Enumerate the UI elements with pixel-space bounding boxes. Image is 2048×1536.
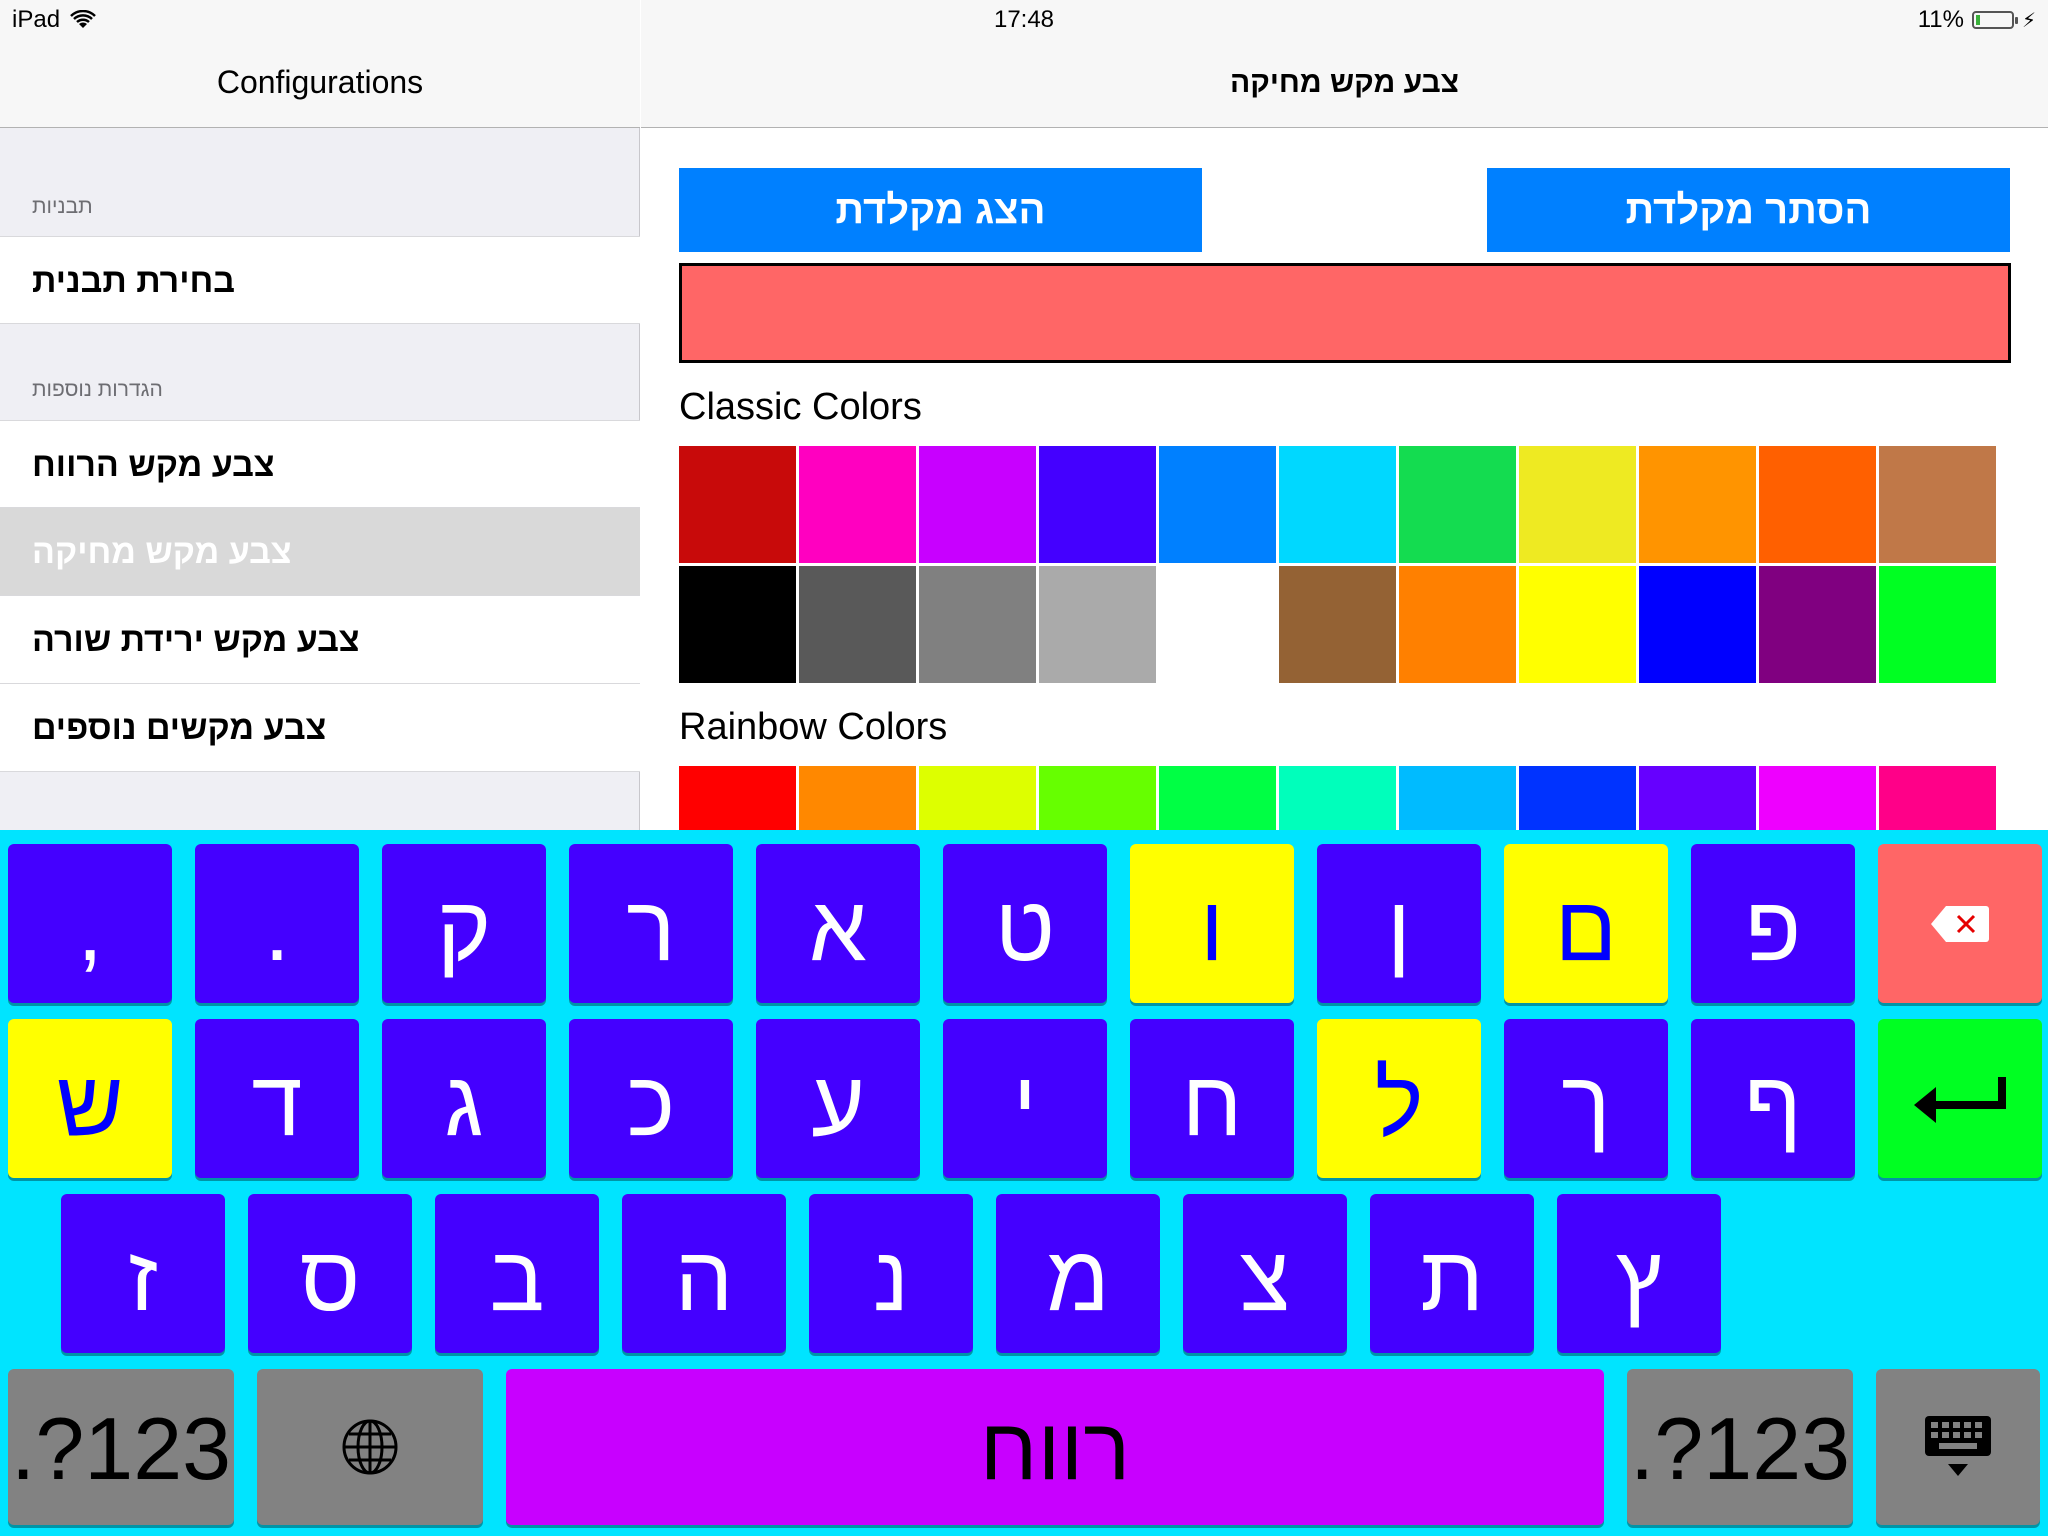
key-comma[interactable]: , (8, 844, 172, 1003)
show-keyboard-button[interactable]: הצג מקלדת (679, 168, 1202, 252)
color-swatch[interactable] (1879, 566, 1996, 683)
key-dalet[interactable]: ד (195, 1019, 359, 1178)
key-yod[interactable]: י (943, 1019, 1107, 1178)
color-swatch[interactable] (1279, 446, 1396, 563)
color-swatch[interactable] (1759, 566, 1876, 683)
color-swatch[interactable] (1039, 446, 1156, 563)
sidebar-title: Configurations (216, 64, 424, 100)
globe-key[interactable] (257, 1369, 483, 1525)
hide-keyboard-button[interactable]: הסתר מקלדת (1487, 168, 2010, 252)
color-swatch[interactable] (1519, 566, 1636, 683)
color-swatch[interactable] (919, 566, 1036, 683)
color-swatch[interactable] (1399, 566, 1516, 683)
sidebar-item-space-key-color[interactable]: צבע מקש הרווח (0, 420, 640, 508)
section-header-templates: תבניות (32, 195, 93, 218)
color-swatch[interactable] (1519, 446, 1636, 563)
clock: 17:48 (993, 6, 1055, 33)
settings-sidebar: Configurations תבניות בחירת תבנית הגדרות… (0, 0, 640, 830)
color-preview (679, 263, 2011, 363)
color-swatch[interactable] (1039, 566, 1156, 683)
key-resh[interactable]: ר (569, 844, 733, 1003)
key-final-pe[interactable]: ף (1691, 1019, 1855, 1178)
key-gimel[interactable]: ג (382, 1019, 546, 1178)
status-bar: iPad 17:48 11% ⚡ (0, 0, 2048, 40)
section-header-more-settings: הגדרות נוספות (32, 378, 163, 401)
key-alef[interactable]: א (756, 844, 920, 1003)
color-swatch[interactable] (1639, 446, 1756, 563)
color-swatch[interactable] (799, 566, 916, 683)
numbers-key-left[interactable]: .?123 (8, 1369, 234, 1525)
key-shin[interactable]: ש (8, 1019, 172, 1178)
key-period[interactable]: . (195, 844, 359, 1003)
color-swatch[interactable] (1279, 566, 1396, 683)
charging-icon: ⚡ (2021, 9, 2036, 32)
battery-percent: 11% (1917, 6, 1964, 33)
color-swatch[interactable] (1399, 446, 1516, 563)
color-swatch[interactable] (679, 446, 796, 563)
key-bet[interactable]: ב (435, 1194, 599, 1353)
color-swatch[interactable] (1159, 446, 1276, 563)
classic-colors-grid (679, 446, 1999, 683)
sidebar-item-delete-key-color[interactable]: צבע מקש מחיקה (0, 508, 640, 596)
key-final-mem[interactable]: ם (1504, 844, 1668, 1003)
color-swatch[interactable] (799, 446, 916, 563)
key-he[interactable]: ה (622, 1194, 786, 1353)
numbers-key-right[interactable]: .?123 (1627, 1369, 1853, 1525)
key-final-kaf[interactable]: ך (1504, 1019, 1668, 1178)
battery-icon (1971, 11, 2018, 29)
key-pe[interactable]: פ (1691, 844, 1855, 1003)
color-swatch[interactable] (1879, 446, 1996, 563)
key-qof[interactable]: ק (382, 844, 546, 1003)
return-icon (1914, 1076, 2006, 1123)
keyboard-dismiss-icon (1925, 1416, 1991, 1476)
key-lamed[interactable]: ל (1317, 1019, 1481, 1178)
key-ayin[interactable]: ע (756, 1019, 920, 1178)
key-kaf[interactable]: כ (569, 1019, 733, 1178)
sidebar-item-other-keys-color[interactable]: צבע מקשים נוספים (0, 684, 640, 772)
color-swatch[interactable] (1159, 566, 1276, 683)
color-swatch[interactable] (1759, 446, 1876, 563)
key-mem[interactable]: מ (996, 1194, 1160, 1353)
sidebar-item-choose-template[interactable]: בחירת תבנית (0, 236, 640, 324)
key-tsadi[interactable]: צ (1183, 1194, 1347, 1353)
color-swatch[interactable] (1639, 566, 1756, 683)
detail-title: צבע מקש מחיקה (1229, 66, 1460, 99)
detail-pane: צבע מקש מחיקה הצג מקלדת הסתר מקלדת Class… (641, 0, 2048, 883)
space-key[interactable]: רווח (506, 1369, 1604, 1525)
color-swatch[interactable] (679, 566, 796, 683)
delete-icon (1931, 905, 1989, 942)
key-nun[interactable]: נ (809, 1194, 973, 1353)
dismiss-keyboard-key[interactable] (1876, 1369, 2040, 1525)
color-swatch[interactable] (919, 446, 1036, 563)
key-het[interactable]: ח (1130, 1019, 1294, 1178)
key-samekh[interactable]: ס (248, 1194, 412, 1353)
key-zayin[interactable]: ז (61, 1194, 225, 1353)
keyboard: פ ם ן ו ט א ר ק . , ף ך ל ח י ע כ ג ד ש … (0, 830, 2048, 1536)
rainbow-colors-label: Rainbow Colors (679, 706, 948, 748)
delete-key[interactable] (1878, 844, 2042, 1003)
key-tet[interactable]: ט (943, 844, 1107, 1003)
classic-colors-label: Classic Colors (679, 386, 922, 428)
key-vav[interactable]: ו (1130, 844, 1294, 1003)
key-final-nun[interactable]: ן (1317, 844, 1481, 1003)
return-key[interactable] (1878, 1019, 2042, 1178)
key-final-tsadi[interactable]: ץ (1557, 1194, 1721, 1353)
key-tav[interactable]: ת (1370, 1194, 1534, 1353)
globe-icon (342, 1419, 398, 1475)
sidebar-item-return-key-color[interactable]: צבע מקש ירידת שורה (0, 596, 640, 684)
